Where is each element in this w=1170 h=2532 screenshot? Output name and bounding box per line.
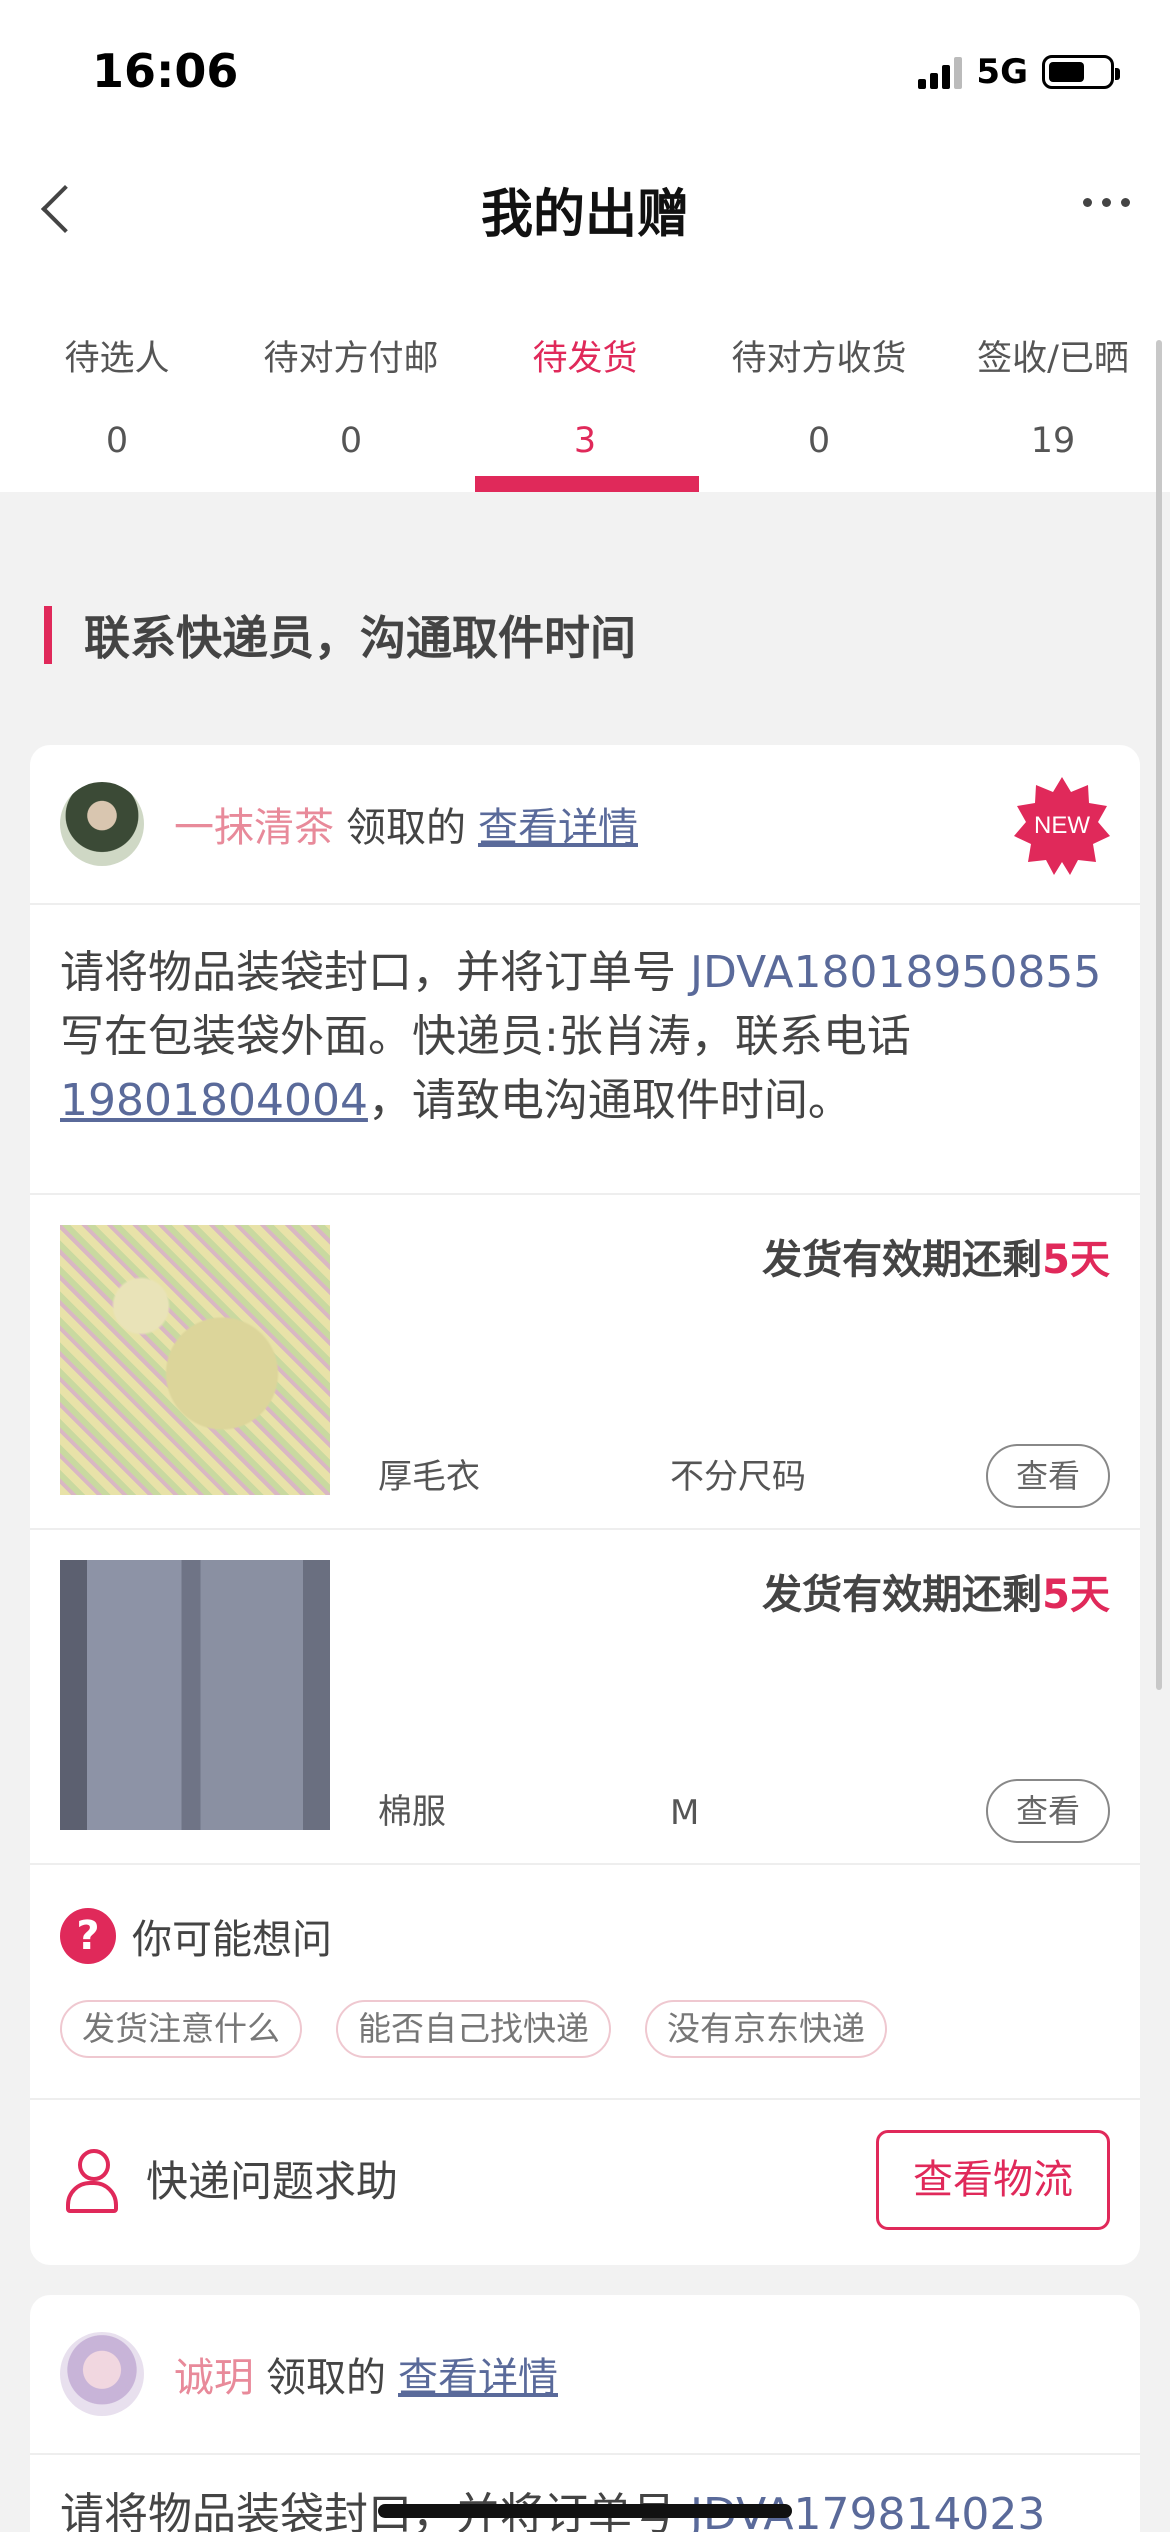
- shipping-notice: 请将物品装袋封口，并将订单号 JDVA18018950855 写在包装袋外面。快…: [30, 905, 1140, 1195]
- new-badge-icon: NEW: [1012, 775, 1112, 875]
- new-badge-text: NEW: [1034, 812, 1090, 839]
- view-item-button[interactable]: 查看: [986, 1779, 1110, 1843]
- avatar[interactable]: [60, 782, 144, 866]
- battery-icon: [1042, 55, 1120, 89]
- signal-icon: [918, 55, 963, 89]
- active-tab-indicator: [475, 476, 699, 492]
- tab-label: 待发货: [532, 339, 638, 379]
- view-details-link[interactable]: 查看详情: [398, 2345, 558, 2403]
- tab-pending-postage[interactable]: 待对方付邮 0: [234, 270, 468, 492]
- notice-prefix: 请将物品装袋封口，并将订单号: [60, 947, 690, 998]
- network-label: 5G: [976, 52, 1028, 92]
- faq-section: ? 你可能想问 发货注意什么 能否自己找快递 没有京东快递: [30, 1865, 1140, 2100]
- page-title: 我的出赠: [480, 185, 689, 245]
- tab-label: 待对方付邮: [263, 339, 439, 379]
- tab-received[interactable]: 签收/已晒 19: [936, 270, 1170, 492]
- item-image[interactable]: [60, 1225, 330, 1495]
- faq-title: 你可能想问: [132, 1917, 332, 1963]
- claimer-name[interactable]: 一抹清茶: [174, 795, 334, 853]
- view-details-link[interactable]: 查看详情: [478, 795, 638, 853]
- scrollbar[interactable]: [1156, 340, 1162, 1690]
- claim-text: 领取的: [346, 805, 466, 851]
- tab-pending-receive[interactable]: 待对方收货 0: [702, 270, 936, 492]
- expiry-days: 5天: [1042, 1237, 1110, 1283]
- order-number: JDVA18018950855: [690, 947, 1102, 998]
- nav-bar: 我的出赠: [0, 150, 1170, 270]
- home-indicator[interactable]: [378, 2504, 792, 2518]
- item-name: 厚毛衣: [378, 1457, 480, 1497]
- expiry-text: 发货有效期还剩5天: [762, 1227, 1110, 1285]
- more-dots-icon[interactable]: [1083, 198, 1130, 207]
- item-name: 棉服: [378, 1792, 446, 1832]
- claim-text: 领取的: [266, 2355, 386, 2401]
- tab-label: 待对方收货: [731, 339, 907, 379]
- tab-label: 待选人: [64, 339, 170, 379]
- tab-pending-select[interactable]: 待选人 0: [0, 270, 234, 492]
- section-heading-text: 联系快递员，沟通取件时间: [84, 611, 636, 665]
- notice-middle: 写在包装袋外面。快递员:张肖涛，联系电话: [60, 1011, 911, 1062]
- tab-count: 0: [339, 421, 363, 461]
- courier-help[interactable]: 快递问题求助: [66, 2148, 399, 2213]
- card-header: 一抹清茶 领取的 查看详情 NEW: [30, 745, 1140, 905]
- faq-tag[interactable]: 能否自己找快递: [336, 2000, 611, 2058]
- avatar[interactable]: [60, 2332, 144, 2416]
- item-row: 发货有效期还剩5天 厚毛衣 不分尺码 查看: [30, 1195, 1140, 1530]
- faq-tags: 发货注意什么 能否自己找快递 没有京东快递: [60, 2000, 887, 2058]
- person-icon: [66, 2148, 118, 2213]
- expiry-prefix: 发货有效期还剩: [762, 1572, 1043, 1618]
- item-image[interactable]: [60, 1560, 330, 1830]
- order-card: 一抹清茶 领取的 查看详情 NEW 请将物品装袋封口，并将订单号 JDVA180…: [30, 745, 1140, 2265]
- expiry-days: 5天: [1042, 1572, 1110, 1618]
- order-card: 诚玥 领取的 查看详情 请将物品装袋封口，并将订单号 JDVA179814023: [30, 2295, 1140, 2532]
- tab-count: 0: [807, 421, 831, 461]
- item-size: 不分尺码: [670, 1457, 806, 1497]
- heading-accent-bar: [44, 606, 52, 664]
- courier-help-row: 快递问题求助 查看物流: [30, 2100, 1140, 2260]
- item-size: M: [670, 1793, 700, 1833]
- notice-suffix: ，请致电沟通取件时间。: [367, 1075, 852, 1126]
- question-circle-icon: ?: [60, 1908, 116, 1964]
- section-heading: 联系快递员，沟通取件时间: [44, 605, 636, 665]
- status-time: 16:06: [92, 44, 239, 98]
- tab-pending-ship[interactable]: 待发货 3: [468, 270, 702, 492]
- faq-tag[interactable]: 发货注意什么: [60, 2000, 302, 2058]
- view-logistics-button[interactable]: 查看物流: [876, 2130, 1110, 2230]
- expiry-prefix: 发货有效期还剩: [762, 1237, 1043, 1283]
- item-row: 发货有效期还剩5天 棉服 M 查看: [30, 1530, 1140, 1865]
- shipping-notice: 请将物品装袋封口，并将订单号 JDVA179814023: [30, 2455, 1140, 2532]
- tab-count: 19: [1030, 421, 1076, 461]
- claimer-name[interactable]: 诚玥: [174, 2345, 254, 2403]
- courier-phone-link[interactable]: 19801804004: [60, 1075, 368, 1126]
- status-bar: 16:06 5G: [0, 0, 1170, 150]
- expiry-text: 发货有效期还剩5天: [762, 1562, 1110, 1620]
- status-tabs: 待选人 0 待对方付邮 0 待发货 3 待对方收货 0 签收/已晒 19: [0, 270, 1170, 492]
- card-header: 诚玥 领取的 查看详情: [30, 2295, 1140, 2455]
- courier-help-label: 快递问题求助: [146, 2157, 399, 2206]
- faq-tag[interactable]: 没有京东快递: [645, 2000, 887, 2058]
- tab-count: 0: [105, 421, 129, 461]
- tab-count: 3: [573, 421, 597, 461]
- tab-label: 签收/已晒: [977, 339, 1129, 379]
- status-indicators: 5G: [918, 52, 1120, 92]
- faq-header: ? 你可能想问: [60, 1907, 332, 1965]
- view-item-button[interactable]: 查看: [986, 1444, 1110, 1508]
